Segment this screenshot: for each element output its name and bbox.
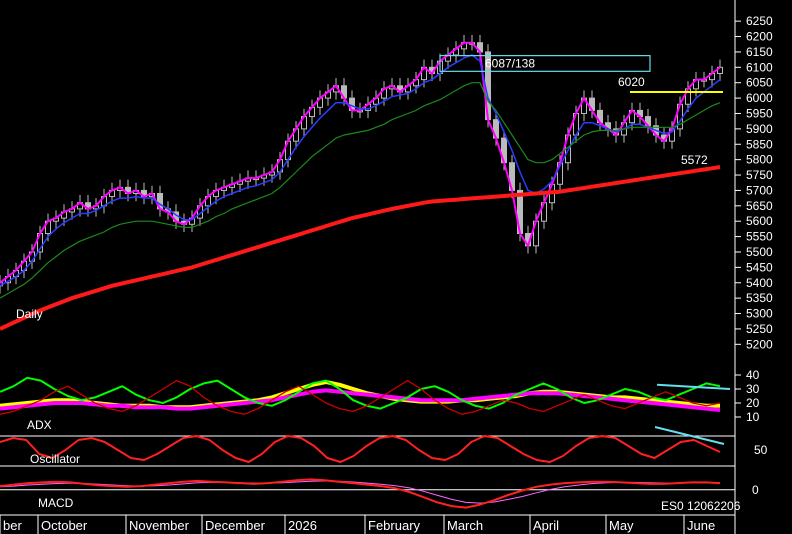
macd-tick-label: 0: [752, 483, 759, 497]
x-tick-label: February: [368, 518, 421, 533]
price-tick-label: 5600: [746, 214, 773, 228]
x-tick-label: November: [129, 518, 190, 533]
x-tick-label: March: [447, 518, 483, 533]
price-tick-label: 6150: [746, 45, 773, 59]
footer-code: ES0 12062206: [661, 499, 741, 513]
price-tick-label: 5750: [746, 168, 773, 182]
price-tick-label: 6200: [746, 30, 773, 44]
price-tick-label: 5700: [746, 183, 773, 197]
chart: 520052505300 53505400 545055005550 56005650…: [0, 0, 773, 534]
adx-tick-label: 30: [746, 382, 760, 396]
target-box: [439, 55, 651, 72]
price-tick-label: 5800: [746, 153, 773, 167]
macd-line: [0, 478, 721, 509]
price-tick-label: 5950: [746, 106, 773, 120]
osc-tick-label: 50: [754, 443, 768, 457]
adx-tick-label: 10: [746, 410, 760, 424]
ma200-label: 5572: [681, 153, 708, 167]
price-tick-label: 5500: [746, 245, 773, 259]
price-tick-label: 5550: [746, 230, 773, 244]
adx-panel-label: ADX: [27, 418, 52, 432]
price-tick-label: 5850: [746, 137, 773, 151]
oscillator-panel-label: Oscillator: [30, 452, 80, 466]
price-tick-label: 5400: [746, 276, 773, 290]
price-tick-label: 6100: [746, 60, 773, 74]
price-tick-label: 5350: [746, 291, 773, 305]
level-label: 6020: [618, 75, 645, 89]
oscillator-line: [0, 435, 721, 463]
price-tick-label: 5250: [746, 322, 773, 336]
x-tick-label: October: [41, 518, 88, 533]
macd-panel-label: MACD: [38, 496, 74, 510]
price-tick-label: 5900: [746, 122, 773, 136]
price-tick-label: 6250: [746, 14, 773, 28]
x-tick-label: ber: [3, 518, 22, 533]
adx-tick-label: 40: [746, 368, 760, 382]
x-tick-label: December: [205, 518, 266, 533]
ma-200-line: [0, 165, 721, 331]
price-tick-label: 5450: [746, 260, 773, 274]
price-tick-label: 5300: [746, 307, 773, 321]
price-tick-label: 5200: [746, 337, 773, 351]
adx-tick-label: 20: [746, 396, 760, 410]
ma-medium-line: [0, 54, 721, 287]
x-tick-label: May: [609, 518, 634, 533]
price-panel-label: Daily: [16, 307, 43, 321]
ma-short-line: [0, 41, 721, 284]
price-tick-label: 6000: [746, 91, 773, 105]
x-tick-label: June: [687, 518, 715, 533]
x-tick-label: April: [533, 518, 559, 533]
target-box-label: 6087/138: [485, 56, 535, 70]
price-tick-label: 6050: [746, 76, 773, 90]
x-tick-label: 2026: [288, 518, 317, 533]
price-tick-label: 5650: [746, 199, 773, 213]
